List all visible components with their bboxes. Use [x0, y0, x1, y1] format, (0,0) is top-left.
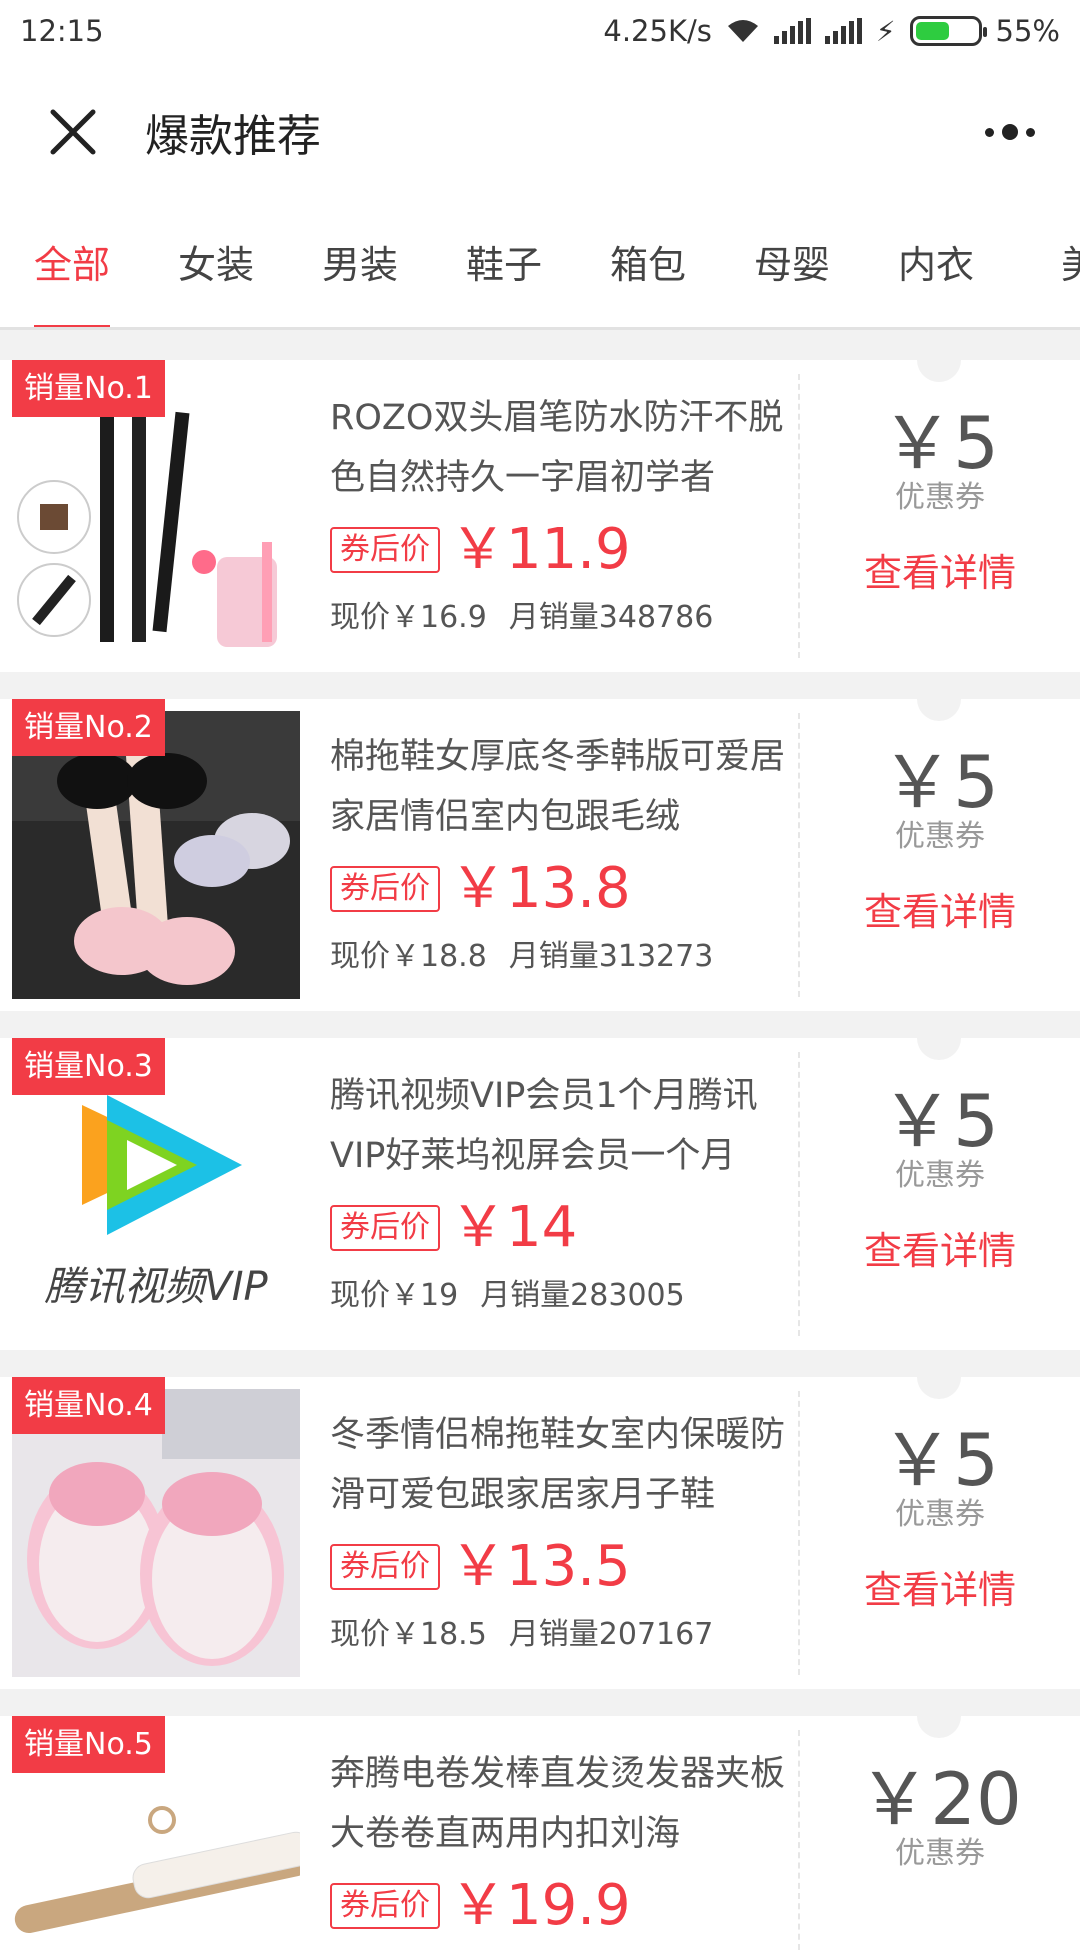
product-card[interactable]: 销量No.2 棉拖鞋女厚底冬季韩版可爱居家居情侣室内包跟毛绒 券后价 ￥13.8 — [0, 677, 1080, 1011]
ticket-notch — [917, 1694, 961, 1738]
charging-icon: ⚡ — [875, 14, 896, 48]
wifi-icon — [727, 20, 758, 42]
product-card[interactable]: 销量No.1 ROZO双头眉笔防水防汗不脱色自然持久一字眉初学者 券后价 ￥11… — [0, 338, 1080, 672]
tab-beauty[interactable]: 美 — [1008, 202, 1080, 327]
coupon-label: 优惠券 — [895, 1497, 985, 1532]
battery-percent: 55% — [995, 14, 1060, 48]
signal-icon — [773, 18, 811, 44]
product-info: 冬季情侣棉拖鞋女室内保暖防滑可爱包跟家居家月子鞋 券后价 ￥13.5 现价￥18… — [330, 1405, 790, 1653]
coupon-label: 优惠券 — [895, 1836, 985, 1871]
status-bar: 12:15 4.25K/s ⚡ 55% — [0, 0, 1080, 62]
more-dot — [985, 127, 994, 137]
signal-icon-2 — [824, 18, 862, 44]
ticket-notch — [917, 338, 961, 382]
more-button[interactable] — [940, 62, 1080, 202]
coupon-panel: ￥20 优惠券 — [800, 1756, 1080, 1872]
product-info: 腾讯视频VIP会员1个月腾讯VIP好莱坞视屏会员一个月 券后价 ￥14 现价￥1… — [330, 1066, 790, 1314]
view-detail-button[interactable]: 查看详情 — [800, 1228, 1080, 1274]
category-tabs: 全部 女装 男装 鞋子 箱包 母婴 内衣 美 — [0, 202, 1080, 330]
tab-women[interactable]: 女装 — [144, 202, 288, 327]
monthly-sales: 月销量348786 — [508, 600, 714, 635]
page-title: 爆款推荐 — [145, 111, 321, 162]
product-card[interactable]: 销量No.3 腾讯视频VIP 腾讯视频VIP会员1个月腾讯VIP好莱坞视屏会员一… — [0, 1016, 1080, 1350]
tab-baby[interactable]: 母婴 — [720, 202, 864, 327]
close-button[interactable] — [0, 62, 145, 202]
title-bar: 爆款推荐 — [0, 62, 1080, 202]
view-detail-button[interactable]: 查看详情 — [800, 1567, 1080, 1613]
sales-rank-badge: 销量No.1 — [12, 360, 165, 417]
coupon-panel: ￥5 优惠券 查看详情 — [800, 1417, 1080, 1613]
tab-bags[interactable]: 箱包 — [576, 202, 720, 327]
sales-rank-badge: 销量No.2 — [12, 699, 165, 756]
coupon-price: ￥11.9 — [450, 517, 631, 582]
view-detail-button[interactable]: 查看详情 — [800, 889, 1080, 935]
tab-men[interactable]: 男装 — [288, 202, 432, 327]
view-detail-button[interactable]: 查看详情 — [800, 550, 1080, 596]
coupon-panel: ￥5 优惠券 查看详情 — [800, 1078, 1080, 1274]
product-title[interactable]: 腾讯视频VIP会员1个月腾讯VIP好莱坞视屏会员一个月 — [330, 1066, 790, 1186]
monthly-sales: 月销量283005 — [480, 1278, 685, 1313]
after-coupon-tag: 券后价 — [330, 866, 440, 912]
after-coupon-tag: 券后价 — [330, 1544, 440, 1590]
sales-rank-badge: 销量No.5 — [12, 1716, 165, 1773]
battery-icon — [909, 16, 987, 46]
current-price: 现价￥18.5 — [330, 1617, 487, 1652]
network-speed: 4.25K/s — [603, 14, 712, 48]
monthly-sales: 月销量207167 — [508, 1617, 714, 1652]
thumb-text: 腾讯视频VIP — [44, 1264, 268, 1310]
product-info: 棉拖鞋女厚底冬季韩版可爱居家居情侣室内包跟毛绒 券后价 ￥13.8 现价￥18.… — [330, 727, 790, 975]
product-info: 奔腾电卷发棒直发烫发器夹板大卷卷直两用内扣刘海 券后价 ￥19.9 — [330, 1744, 790, 1940]
ticket-notch — [917, 1355, 961, 1399]
after-coupon-tag: 券后价 — [330, 1883, 440, 1929]
coupon-panel: ￥5 优惠券 查看详情 — [800, 400, 1080, 596]
coupon-amount: ￥5 — [881, 740, 999, 824]
coupon-price: ￥14 — [450, 1195, 578, 1260]
ticket-notch — [917, 1016, 961, 1060]
product-card[interactable]: 销量No.5 奔腾电卷发棒直发烫发器夹板大卷卷直两用内扣刘海 券后价 ￥19.9… — [0, 1694, 1080, 1956]
coupon-amount: ￥5 — [881, 1079, 999, 1163]
ticket-notch — [917, 677, 961, 721]
after-coupon-tag: 券后价 — [330, 1205, 440, 1251]
tab-underwear[interactable]: 内衣 — [864, 202, 1008, 327]
coupon-label: 优惠券 — [895, 819, 985, 854]
coupon-amount: ￥5 — [881, 1418, 999, 1502]
product-title[interactable]: 冬季情侣棉拖鞋女室内保暖防滑可爱包跟家居家月子鞋 — [330, 1405, 790, 1525]
current-price: 现价￥16.9 — [330, 600, 487, 635]
product-title[interactable]: 棉拖鞋女厚底冬季韩版可爱居家居情侣室内包跟毛绒 — [330, 727, 790, 847]
product-title[interactable]: ROZO双头眉笔防水防汗不脱色自然持久一字眉初学者 — [330, 388, 790, 508]
monthly-sales: 月销量313273 — [508, 939, 714, 974]
coupon-amount: ￥20 — [858, 1757, 1022, 1841]
coupon-label: 优惠券 — [895, 1158, 985, 1193]
coupon-price: ￥13.8 — [450, 856, 631, 921]
current-price: 现价￥18.8 — [330, 939, 487, 974]
more-dot — [1002, 124, 1018, 140]
close-icon — [50, 109, 95, 155]
coupon-amount: ￥5 — [881, 401, 999, 485]
sales-rank-badge: 销量No.4 — [12, 1377, 165, 1434]
coupon-panel: ￥5 优惠券 查看详情 — [800, 739, 1080, 935]
product-info: ROZO双头眉笔防水防汗不脱色自然持久一字眉初学者 券后价 ￥11.9 现价￥1… — [330, 388, 790, 636]
product-title[interactable]: 奔腾电卷发棒直发烫发器夹板大卷卷直两用内扣刘海 — [330, 1744, 790, 1864]
tab-all[interactable]: 全部 — [0, 202, 144, 327]
after-coupon-tag: 券后价 — [330, 527, 440, 573]
coupon-price: ￥19.9 — [450, 1873, 631, 1938]
current-price: 现价￥19 — [330, 1278, 459, 1313]
more-dot — [1026, 127, 1035, 137]
sales-rank-badge: 销量No.3 — [12, 1038, 165, 1095]
product-card[interactable]: 销量No.4 冬季情侣棉拖鞋女室内保暖防滑可爱包跟家居家月子鞋 券后价 ￥13.… — [0, 1355, 1080, 1689]
tab-shoes[interactable]: 鞋子 — [432, 202, 576, 327]
status-time: 12:15 — [20, 14, 104, 48]
coupon-price: ￥13.5 — [450, 1534, 631, 1599]
coupon-label: 优惠券 — [895, 480, 985, 515]
